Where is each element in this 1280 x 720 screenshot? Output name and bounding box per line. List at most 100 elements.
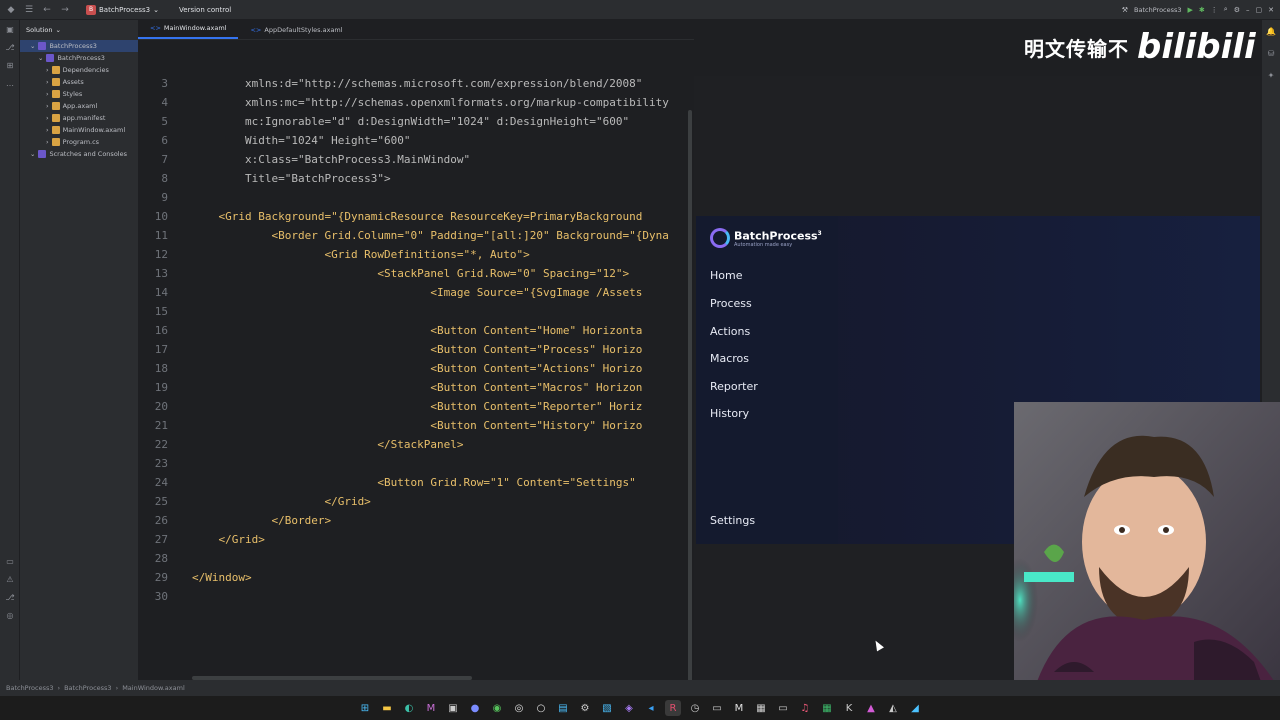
- nav-reporter-button[interactable]: Reporter: [710, 380, 758, 393]
- app-icon[interactable]: ●: [467, 700, 483, 716]
- code-line[interactable]: 10 <Grid Background="{DynamicResource Re…: [138, 207, 694, 226]
- notes-icon[interactable]: ▭: [775, 700, 791, 716]
- mail-icon[interactable]: M: [423, 700, 439, 716]
- tab-appdefaultstyles[interactable]: <> AppDefaultStyles.axaml: [238, 26, 354, 39]
- code-line[interactable]: 18 <Button Content="Actions" Horizo: [138, 359, 694, 378]
- nav-macros-button[interactable]: Macros: [710, 352, 749, 365]
- close-icon[interactable]: ✕: [1268, 6, 1274, 14]
- edge-icon[interactable]: ◐: [401, 700, 417, 716]
- problems-icon[interactable]: ⚠: [0, 570, 20, 588]
- clock-icon[interactable]: ◷: [687, 700, 703, 716]
- kindle-icon[interactable]: K: [841, 700, 857, 716]
- app3-icon[interactable]: M: [731, 700, 747, 716]
- wechat-icon[interactable]: ◉: [489, 700, 505, 716]
- code-area[interactable]: 3 xmlns:d="http://schemas.microsoft.com/…: [138, 74, 694, 606]
- tree-item[interactable]: › Assets: [20, 76, 138, 88]
- start-icon[interactable]: ⊞: [357, 700, 373, 716]
- project-selector[interactable]: B BatchProcess3 ⌄: [86, 4, 159, 15]
- breadcrumb-item[interactable]: BatchProcess3: [64, 684, 111, 692]
- git-icon[interactable]: ⎇: [0, 588, 20, 606]
- terminal-app-icon[interactable]: ▣: [445, 700, 461, 716]
- chevron-icon[interactable]: ›: [46, 78, 49, 86]
- code-line[interactable]: 4 xmlns:mc="http://schemas.openxmlformat…: [138, 93, 694, 112]
- code-line[interactable]: 15: [138, 302, 694, 321]
- app2-icon[interactable]: ▭: [709, 700, 725, 716]
- settings-app-icon[interactable]: ⚙: [577, 700, 593, 716]
- code-line[interactable]: 13 <StackPanel Grid.Row="0" Spacing="12"…: [138, 264, 694, 283]
- code-line[interactable]: 14 <Image Source="{SvgImage /Assets: [138, 283, 694, 302]
- tree-item[interactable]: ⌄ Scratches and Consoles: [20, 148, 138, 160]
- excel-icon[interactable]: ▦: [819, 700, 835, 716]
- code-line[interactable]: 6 Width="1024" Height="600": [138, 131, 694, 150]
- tree-item[interactable]: › App.axaml: [20, 100, 138, 112]
- tree-item[interactable]: › Dependencies: [20, 64, 138, 76]
- chevron-icon[interactable]: ›: [46, 102, 49, 110]
- code-line[interactable]: 22 </StackPanel>: [138, 435, 694, 454]
- code-line[interactable]: 11 <Border Grid.Column="0" Padding="[all…: [138, 226, 694, 245]
- search-icon[interactable]: ⌕: [1224, 5, 1228, 14]
- ai-assistant-icon[interactable]: ✦: [1262, 64, 1280, 86]
- code-line[interactable]: 3 xmlns:d="http://schemas.microsoft.com/…: [138, 74, 694, 93]
- back-icon[interactable]: ←: [40, 3, 54, 17]
- chevron-icon[interactable]: ⌄: [38, 54, 43, 62]
- code-line[interactable]: 12 <Grid RowDefinitions="*, Auto">: [138, 245, 694, 264]
- photos-icon[interactable]: ▧: [599, 700, 615, 716]
- code-line[interactable]: 24 <Button Grid.Row="1" Content="Setting…: [138, 473, 694, 492]
- rider-icon[interactable]: R: [665, 700, 681, 716]
- minimize-icon[interactable]: –: [1246, 6, 1250, 14]
- code-line[interactable]: 7 x:Class="BatchProcess3.MainWindow": [138, 150, 694, 169]
- code-line[interactable]: 8 Title="BatchProcess3">: [138, 169, 694, 188]
- breadcrumb-item[interactable]: BatchProcess3: [6, 684, 53, 692]
- maximize-icon[interactable]: ▢: [1256, 6, 1263, 14]
- chevron-icon[interactable]: ⌄: [30, 150, 35, 158]
- nav-process-button[interactable]: Process: [710, 297, 752, 310]
- solution-header[interactable]: Solution ⌄: [20, 20, 138, 40]
- database-icon[interactable]: ⛁: [1262, 42, 1280, 64]
- music-icon[interactable]: ♫: [797, 700, 813, 716]
- app5-icon[interactable]: ◢: [907, 700, 923, 716]
- tab-mainwindow[interactable]: <> MainWindow.axaml: [138, 24, 239, 39]
- terminal-icon[interactable]: ▭: [0, 552, 20, 570]
- breadcrumb-item[interactable]: MainWindow.axaml: [122, 684, 185, 692]
- tree-item[interactable]: › Styles: [20, 88, 138, 100]
- code-line[interactable]: 9: [138, 188, 694, 207]
- debug-icon[interactable]: ✱: [1199, 6, 1205, 14]
- code-line[interactable]: 19 <Button Content="Macros" Horizon: [138, 378, 694, 397]
- file-explorer-icon[interactable]: ▬: [379, 700, 395, 716]
- settings-gear-icon[interactable]: ⚙: [1234, 6, 1240, 14]
- code-line[interactable]: 25 </Grid>: [138, 492, 694, 511]
- tree-item[interactable]: ⌄ BatchProcess3: [20, 40, 138, 52]
- chrome-icon[interactable]: ◎: [511, 700, 527, 716]
- chevron-icon[interactable]: ⌄: [30, 42, 35, 50]
- code-line[interactable]: 29 </Window>: [138, 568, 694, 587]
- app4-icon[interactable]: ◭: [885, 700, 901, 716]
- vscode-icon[interactable]: ◂: [643, 700, 659, 716]
- code-line[interactable]: 27 </Grid>: [138, 530, 694, 549]
- tree-item[interactable]: › app.manifest: [20, 112, 138, 124]
- version-control-menu[interactable]: Version control: [179, 6, 231, 14]
- chevron-icon[interactable]: ›: [46, 138, 49, 146]
- more-icon[interactable]: ⋮: [1211, 6, 1218, 14]
- code-line[interactable]: 16 <Button Content="Home" Horizonta: [138, 321, 694, 340]
- tree-item[interactable]: › Program.cs: [20, 136, 138, 148]
- code-line[interactable]: 17 <Button Content="Process" Horizo: [138, 340, 694, 359]
- code-line[interactable]: 30: [138, 587, 694, 606]
- explorer-icon[interactable]: ▣: [0, 20, 20, 38]
- calculator-icon[interactable]: ▦: [753, 700, 769, 716]
- nav-history-button[interactable]: History: [710, 407, 749, 420]
- chevron-icon[interactable]: ›: [46, 90, 49, 98]
- code-line[interactable]: 23: [138, 454, 694, 473]
- forward-icon[interactable]: →: [58, 3, 72, 17]
- github-icon[interactable]: ○: [533, 700, 549, 716]
- nav-settings-button[interactable]: Settings: [710, 514, 755, 527]
- code-line[interactable]: 20 <Button Content="Reporter" Horiz: [138, 397, 694, 416]
- chevron-icon[interactable]: ›: [46, 66, 49, 74]
- chevron-icon[interactable]: ›: [46, 114, 49, 122]
- nav-actions-button[interactable]: Actions: [710, 325, 750, 338]
- tree-item[interactable]: › MainWindow.axaml: [20, 124, 138, 136]
- code-line[interactable]: 5 mc:Ignorable="d" d:DesignWidth="1024" …: [138, 112, 694, 131]
- services-icon[interactable]: ◎: [0, 606, 20, 624]
- structure-icon[interactable]: ⊞: [0, 56, 20, 74]
- more-tools-icon[interactable]: …: [0, 74, 20, 92]
- run-config-selector[interactable]: BatchProcess3: [1134, 6, 1181, 14]
